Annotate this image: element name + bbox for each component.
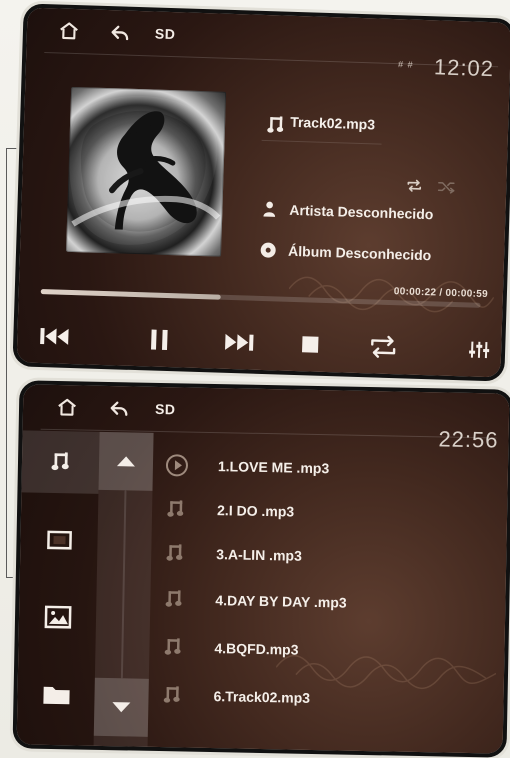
scroll-up-button[interactable]	[98, 431, 154, 491]
album-art	[66, 86, 227, 257]
repeat-icon	[407, 179, 422, 192]
scroll-down-icon	[112, 702, 131, 713]
player-topbar: SD # # 12:02	[26, 7, 510, 81]
repeat-button[interactable]	[363, 328, 404, 365]
list-item[interactable]: 1.LOVE ME .mp3	[160, 443, 499, 493]
image-icon	[44, 605, 72, 629]
source-label: SD	[154, 400, 176, 418]
list-item[interactable]: 4.DAY BY DAY .mp3	[157, 577, 496, 627]
music-tab[interactable]	[21, 430, 100, 494]
stop-button[interactable]	[290, 326, 331, 363]
person-icon	[259, 199, 280, 220]
music-note-icon	[161, 494, 192, 525]
list-item[interactable]: 4.BQFD.mp3	[156, 625, 495, 675]
previous-track-icon	[40, 328, 69, 345]
music-library-screen: SD 22:56 1.LOVE ME .mp3 2.I DO .mp3 3.A-…	[16, 384, 510, 754]
music-note-icon	[160, 538, 191, 569]
progress-fill	[40, 289, 222, 300]
folder-tab[interactable]	[17, 662, 95, 725]
list-item[interactable]: 6.Track02.mp3	[155, 673, 494, 723]
next-track-icon	[225, 333, 254, 351]
mini-repeat-button[interactable]	[402, 177, 426, 194]
music-note-icon	[262, 111, 291, 140]
song-name: 6.Track02.mp3	[213, 688, 311, 706]
song-name: 4.DAY BY DAY .mp3	[215, 592, 347, 611]
scroll-down-button[interactable]	[93, 677, 149, 737]
shuffle-icon	[437, 181, 455, 194]
clock: 12:02	[433, 54, 495, 82]
music-player-screen: SD # # 12:02 Track02.mp3 Artista Desconh…	[16, 7, 510, 378]
pause-button[interactable]	[139, 321, 180, 358]
media-type-nav	[16, 430, 100, 746]
side-bracket	[6, 148, 17, 578]
list-item[interactable]: 2.I DO .mp3	[159, 487, 498, 537]
scroll-track[interactable]	[120, 490, 127, 679]
title-divider	[261, 139, 382, 145]
track-title: Track02.mp3	[289, 113, 376, 133]
artist-row: Artista Desconhecido	[259, 199, 434, 224]
equalizer-icon	[469, 341, 490, 359]
previous-button[interactable]	[35, 318, 76, 355]
scroll-up-icon	[116, 456, 135, 467]
home-button[interactable]	[53, 393, 82, 422]
video-icon	[46, 530, 72, 550]
song-name: 3.A-LIN .mp3	[216, 546, 302, 564]
back-button[interactable]	[105, 394, 134, 423]
scroll-rail	[93, 431, 154, 747]
mini-shuffle-button[interactable]	[434, 178, 458, 195]
playing-icon	[162, 450, 193, 481]
music-note-icon	[159, 584, 190, 615]
page: SD # # 12:02 Track02.mp3 Artista Desconh…	[0, 0, 510, 758]
back-button[interactable]	[106, 18, 135, 47]
song-list: 1.LOVE ME .mp3 2.I DO .mp3 3.A-LIN .mp3 …	[155, 443, 499, 743]
music-note-icon	[158, 632, 189, 663]
next-button[interactable]	[218, 324, 259, 361]
music-icon	[50, 452, 69, 471]
header-divider	[44, 52, 499, 68]
playback-controls	[35, 318, 490, 370]
pause-icon	[151, 329, 168, 351]
home-icon	[60, 22, 78, 40]
home-icon	[58, 398, 76, 416]
list-item[interactable]: 3.A-LIN .mp3	[158, 531, 497, 581]
album-art-image	[68, 95, 221, 245]
folder-icon	[42, 686, 70, 705]
home-button[interactable]	[55, 16, 84, 45]
song-name: 1.LOVE ME .mp3	[217, 458, 330, 477]
source-label: SD	[154, 25, 176, 43]
back-icon	[111, 25, 129, 41]
back-icon	[110, 401, 128, 416]
video-tab[interactable]	[20, 508, 98, 571]
music-note-icon	[157, 680, 188, 711]
stop-icon	[302, 336, 319, 353]
song-name: 4.BQFD.mp3	[214, 640, 299, 658]
image-tab[interactable]	[18, 585, 96, 648]
equalizer-button[interactable]	[459, 331, 500, 368]
song-name: 2.I DO .mp3	[216, 502, 295, 520]
artist-name: Artista Desconhecido	[289, 201, 434, 223]
repeat-icon	[371, 335, 396, 358]
disc-icon	[258, 240, 279, 261]
